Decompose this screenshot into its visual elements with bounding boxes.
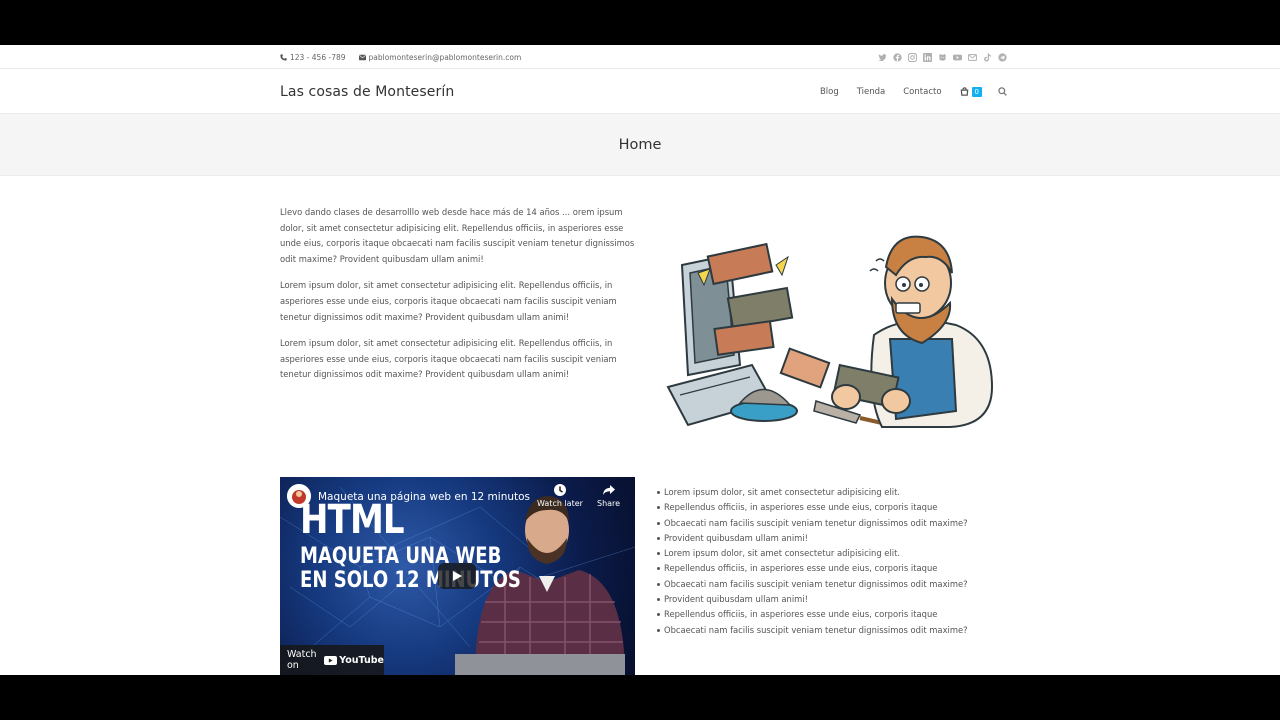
shopping-bag-icon: [960, 87, 968, 96]
cart-count-badge: 0: [971, 86, 982, 97]
cartoon-illustration: [660, 215, 1000, 430]
social-links: [878, 52, 1007, 62]
thumbnail-subheading: MAQUETA UNA WEB EN SOLO 12 MINUTOS: [300, 545, 521, 593]
intro-paragraph: Lorem ipsum dolor, sit amet consectetur …: [280, 338, 617, 380]
nav-contacto[interactable]: Contacto: [903, 87, 941, 97]
main-nav: Blog Tienda Contacto 0: [802, 86, 1007, 97]
list-item: Lorem ipsum dolor, sit amet consectetur …: [656, 546, 1008, 561]
tiktok-icon[interactable]: [983, 52, 992, 62]
cart-button[interactable]: 0: [960, 86, 982, 97]
nav-tienda[interactable]: Tienda: [857, 87, 886, 97]
linkedin-icon[interactable]: [923, 52, 932, 62]
watch-on-label: Watch on: [287, 649, 317, 671]
top-bar: 123 - 456 -789 pablomonteserin@pablomont…: [0, 45, 1280, 69]
share-label: Share: [597, 499, 621, 508]
list-item: Provident quibusdam ullam animi!: [656, 592, 1008, 607]
page-header-band: Home: [0, 114, 1280, 176]
clock-icon: [553, 484, 566, 496]
thumbnail-line: MAQUETA UNA WEB: [300, 544, 502, 569]
phone-number: 123 - 456 -789: [290, 52, 346, 62]
phone-icon: [280, 53, 287, 61]
search-button[interactable]: [998, 87, 1007, 96]
thumbnail-heading: HTML: [300, 497, 405, 543]
watch-later-label: Watch later: [537, 499, 583, 508]
envelope-icon: [358, 54, 366, 60]
watch-on-youtube-button[interactable]: Watch on YouTube: [280, 645, 384, 675]
list-item: Repellendus officiis, in asperiores esse…: [656, 607, 1008, 622]
mail-icon[interactable]: [968, 53, 977, 62]
youtube-logo: YouTube: [324, 655, 384, 666]
list-item: Repellendus officiis, in asperiores esse…: [656, 561, 1008, 576]
instagram-icon[interactable]: [908, 52, 917, 62]
email-item[interactable]: pablomonteserin@pablomonteserin.com: [358, 52, 522, 62]
share-button[interactable]: Share: [597, 483, 620, 508]
youtube-embed[interactable]: HTML MAQUETA UNA WEB EN SOLO 12 MINUTOS …: [280, 477, 635, 675]
email-address: pablomonteserin@pablomonteserin.com: [368, 52, 522, 62]
video-title[interactable]: Maqueta una página web en 12 minutos: [318, 491, 530, 503]
contact-info: 123 - 456 -789 pablomonteserin@pablomont…: [280, 53, 521, 62]
share-icon: [602, 485, 615, 495]
phone-item[interactable]: 123 - 456 -789: [280, 53, 346, 62]
site-title[interactable]: Las cosas de Monteserín: [280, 84, 454, 100]
intro-paragraph: Lorem ipsum dolor, sit amet consectetur …: [280, 280, 617, 322]
page-title: Home: [618, 136, 662, 153]
play-icon: [453, 571, 462, 581]
search-icon: [998, 87, 1007, 96]
twitter-icon[interactable]: [878, 53, 887, 62]
list-item: Provident quibusdam ullam animi!: [656, 531, 1008, 546]
list-item: Lorem ipsum dolor, sit amet consectetur …: [656, 485, 1008, 500]
list-item: Obcaecati nam facilis suscipit veniam te…: [656, 516, 1008, 531]
watch-later-button[interactable]: Watch later: [537, 483, 583, 508]
youtube-play-icon: [324, 655, 338, 665]
intro-text: Llevo dando clases de desarrolllo web de…: [280, 205, 636, 394]
channel-avatar[interactable]: [287, 484, 311, 508]
browser-viewport: 123 - 456 -789 pablomonteserin@pablomont…: [0, 45, 1280, 675]
youtube-wordmark: YouTube: [339, 654, 384, 666]
list-item: Obcaecati nam facilis suscipit veniam te…: [656, 623, 1008, 638]
avatar-image: [287, 484, 311, 508]
intro-paragraph: Llevo dando clases de desarrolllo web de…: [280, 207, 635, 264]
developer-cartoon-image: [666, 235, 994, 428]
site-header: Las cosas de Monteserín Blog Tienda Cont…: [0, 69, 1280, 114]
list-item: Repellendus officiis, in asperiores esse…: [656, 500, 1008, 515]
feature-list: Lorem ipsum dolor, sit amet consectetur …: [656, 485, 1008, 638]
telegram-icon[interactable]: [998, 52, 1007, 62]
facebook-icon[interactable]: [893, 52, 902, 62]
thumbnail-line: EN SOLO 12 MINUTOS: [300, 568, 521, 593]
github-icon[interactable]: [938, 53, 947, 62]
list-item: Obcaecati nam facilis suscipit veniam te…: [656, 577, 1008, 592]
play-button[interactable]: [438, 563, 476, 589]
nav-blog[interactable]: Blog: [820, 87, 839, 97]
youtube-icon[interactable]: [953, 53, 962, 62]
